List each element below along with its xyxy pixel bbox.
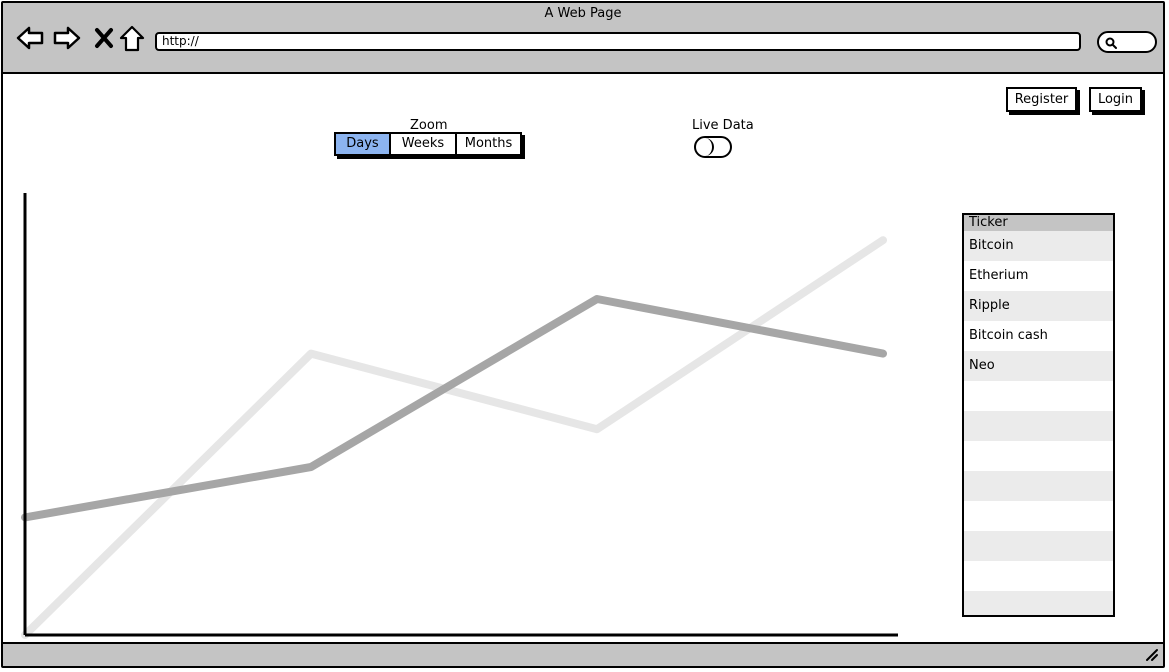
ticker-item[interactable]: Neo	[964, 351, 1113, 381]
ticker-item[interactable]: Ripple	[964, 291, 1113, 321]
ticker-empty-row[interactable]	[964, 381, 1113, 411]
ticker-empty-row[interactable]	[964, 591, 1113, 615]
ticker-item[interactable]: Bitcoin	[964, 231, 1113, 261]
ticker-item[interactable]: Bitcoin cash	[964, 321, 1113, 351]
ticker-empty-row[interactable]	[964, 471, 1113, 501]
resize-grip-icon[interactable]	[1145, 648, 1159, 662]
ticker-empty-row[interactable]	[964, 501, 1113, 531]
ticker-empty-row[interactable]	[964, 531, 1113, 561]
ticker-list: Ticker Bitcoin Etherium Ripple Bitcoin cash…	[962, 213, 1115, 617]
browser-window: A Web Page http:// Register Login Zoom D…	[1, 1, 1165, 668]
series-line-1	[21, 295, 887, 522]
ticker-header: Ticker	[964, 215, 1113, 231]
ticker-empty-row[interactable]	[964, 441, 1113, 471]
status-bar	[3, 642, 1163, 666]
ticker-empty-row[interactable]	[964, 561, 1113, 591]
series-line-2	[21, 236, 887, 639]
ticker-item[interactable]: Etherium	[964, 261, 1113, 291]
chart-series-layer	[21, 236, 887, 639]
ticker-empty-row[interactable]	[964, 411, 1113, 441]
